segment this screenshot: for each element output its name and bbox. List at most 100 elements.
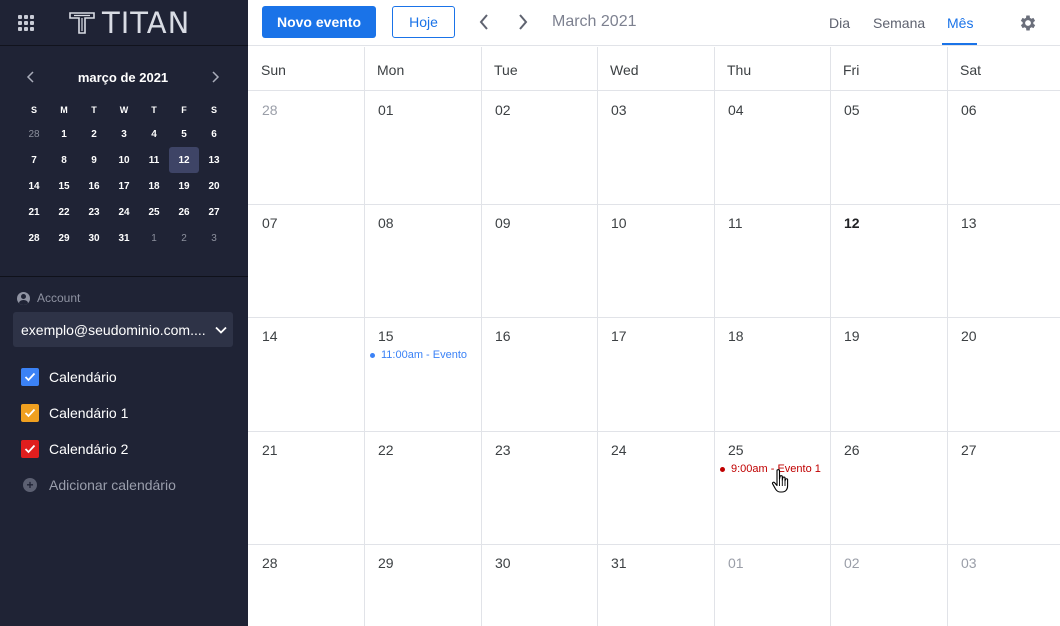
day-number[interactable]: 26 <box>844 442 860 458</box>
day-number[interactable]: 09 <box>495 215 511 231</box>
mini-day[interactable]: 22 <box>49 199 79 225</box>
day-number[interactable]: 27 <box>961 442 977 458</box>
day-number[interactable]: 28 <box>262 555 278 571</box>
apps-grid-icon[interactable] <box>18 14 34 31</box>
day-number[interactable]: 22 <box>378 442 394 458</box>
calendar-checkbox[interactable] <box>21 404 39 422</box>
day-number[interactable]: 11 <box>728 215 743 231</box>
month-grid: Sun Mon Tue Wed Thu Fri Sat 28 01 02 03 04 05 06 07 08… <box>248 47 1060 626</box>
mini-day[interactable]: 30 <box>79 225 109 251</box>
mini-day[interactable]: 24 <box>109 199 139 225</box>
day-number[interactable]: 17 <box>611 328 627 344</box>
mini-day[interactable]: 1 <box>139 225 169 251</box>
mini-weekday-label: F <box>181 105 187 115</box>
day-number[interactable]: 31 <box>611 555 627 571</box>
day-number[interactable]: 25 <box>728 442 744 458</box>
day-number[interactable]: 03 <box>611 102 627 118</box>
day-number[interactable]: 30 <box>495 555 511 571</box>
day-number[interactable]: 20 <box>961 328 977 344</box>
mini-day[interactable]: 18 <box>139 173 169 199</box>
day-number[interactable]: 10 <box>611 215 627 231</box>
mini-day[interactable]: 14 <box>19 173 49 199</box>
account-select[interactable]: exemplo@seudominio.com.... <box>13 312 233 347</box>
mini-day[interactable]: 19 <box>169 173 199 199</box>
mini-day[interactable]: 15 <box>49 173 79 199</box>
mini-day[interactable]: 11 <box>139 147 169 173</box>
mini-day[interactable]: 1 <box>49 121 79 147</box>
day-number[interactable]: 02 <box>844 555 860 571</box>
add-calendar-button[interactable]: + Adicionar calendário <box>23 477 176 493</box>
mini-day[interactable]: 3 <box>109 121 139 147</box>
mini-day[interactable]: 13 <box>199 147 229 173</box>
mini-day[interactable]: 28 <box>19 121 49 147</box>
day-number[interactable]: 16 <box>495 328 511 344</box>
next-month-chevron-icon[interactable] <box>516 12 530 32</box>
new-event-button[interactable]: Novo evento <box>262 6 376 38</box>
mini-day[interactable]: 16 <box>79 173 109 199</box>
calendar-checkbox[interactable] <box>21 368 39 386</box>
mini-day[interactable]: 3 <box>199 225 229 251</box>
account-label-text: Account <box>37 291 81 305</box>
gear-icon[interactable] <box>1018 13 1038 33</box>
mini-day[interactable]: 17 <box>109 173 139 199</box>
mini-prev-month-button[interactable] <box>18 66 42 88</box>
day-number[interactable]: 03 <box>961 555 977 571</box>
tab-day-view[interactable]: Dia <box>829 15 850 31</box>
mini-day[interactable]: 20 <box>199 173 229 199</box>
mini-day[interactable]: 2 <box>169 225 199 251</box>
mini-day[interactable]: 25 <box>139 199 169 225</box>
day-number[interactable]: 14 <box>262 328 278 344</box>
mini-day[interactable]: 26 <box>169 199 199 225</box>
mini-day[interactable]: 21 <box>19 199 49 225</box>
day-number-today[interactable]: 12 <box>844 215 860 231</box>
mini-day[interactable]: 7 <box>19 147 49 173</box>
event-label: 11:00am - Evento <box>381 349 468 361</box>
day-number[interactable]: 07 <box>262 215 278 231</box>
mini-next-month-button[interactable] <box>204 66 228 88</box>
day-number[interactable]: 24 <box>611 442 627 458</box>
prev-month-chevron-icon[interactable] <box>477 12 491 32</box>
mini-day[interactable]: 6 <box>199 121 229 147</box>
calendar-item-label: Calendário <box>49 369 117 385</box>
mini-day[interactable]: 9 <box>79 147 109 173</box>
event-chip[interactable]: 11:00am - Evento <box>370 349 467 361</box>
day-number[interactable]: 21 <box>262 442 278 458</box>
tab-month-view[interactable]: Mês <box>947 15 973 31</box>
day-number[interactable]: 04 <box>728 102 744 118</box>
mini-day[interactable]: 2 <box>79 121 109 147</box>
day-number[interactable]: 19 <box>844 328 860 344</box>
mini-day-today[interactable]: 12 <box>169 147 199 173</box>
calendar-item-calendario[interactable]: Calendário <box>21 368 117 386</box>
mini-day[interactable]: 29 <box>49 225 79 251</box>
day-number[interactable]: 28 <box>262 102 278 118</box>
toolbar: Novo evento Hoje March 2021 Dia Semana M… <box>248 0 1060 46</box>
plus-circle-icon: + <box>23 478 37 492</box>
mini-day[interactable]: 28 <box>19 225 49 251</box>
day-number[interactable]: 01 <box>728 555 744 571</box>
day-number[interactable]: 18 <box>728 328 744 344</box>
day-number[interactable]: 06 <box>961 102 977 118</box>
day-number[interactable]: 01 <box>378 102 394 118</box>
mini-day[interactable]: 31 <box>109 225 139 251</box>
weekday-header-tue: Tue <box>494 62 518 78</box>
tab-week-view[interactable]: Semana <box>873 15 925 31</box>
calendar-checkbox[interactable] <box>21 440 39 458</box>
account-label: Account <box>17 291 80 305</box>
mini-day[interactable]: 27 <box>199 199 229 225</box>
day-number[interactable]: 13 <box>961 215 977 231</box>
day-number[interactable]: 15 <box>378 328 394 344</box>
today-button[interactable]: Hoje <box>392 6 455 38</box>
mini-day[interactable]: 23 <box>79 199 109 225</box>
day-number[interactable]: 05 <box>844 102 860 118</box>
day-number[interactable]: 02 <box>495 102 511 118</box>
mini-day[interactable]: 8 <box>49 147 79 173</box>
day-number[interactable]: 29 <box>378 555 394 571</box>
calendar-item-calendario-2[interactable]: Calendário 2 <box>21 440 128 458</box>
day-number[interactable]: 08 <box>378 215 394 231</box>
mini-day[interactable]: 5 <box>169 121 199 147</box>
day-number[interactable]: 23 <box>495 442 511 458</box>
mini-day[interactable]: 10 <box>109 147 139 173</box>
calendar-item-calendario-1[interactable]: Calendário 1 <box>21 404 128 422</box>
mini-day[interactable]: 4 <box>139 121 169 147</box>
weekday-header-fri: Fri <box>843 62 860 78</box>
